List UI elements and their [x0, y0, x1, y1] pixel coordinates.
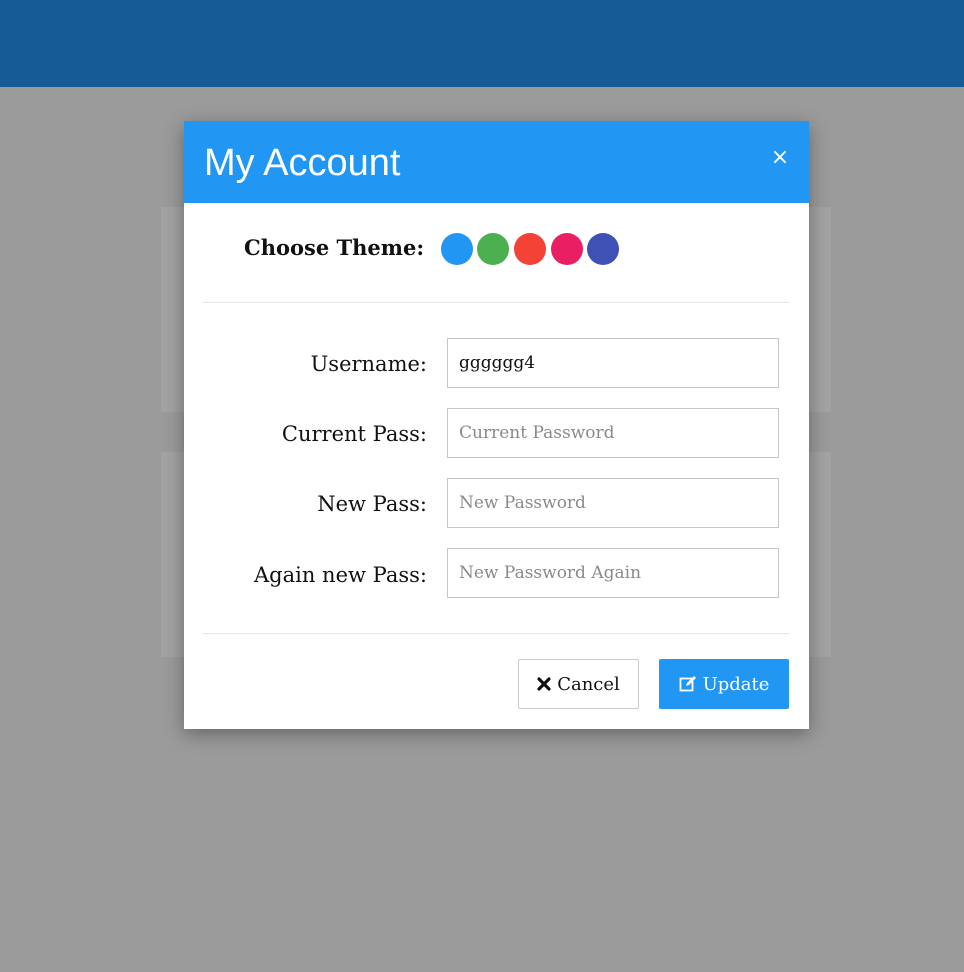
my-account-modal: My Account × Choose Theme: Username: Cur… — [184, 121, 809, 729]
new-pass-label: New Pass: — [317, 492, 427, 516]
close-icon[interactable]: × — [767, 145, 793, 171]
theme-swatch-blue[interactable] — [441, 233, 473, 265]
current-password-input[interactable] — [447, 408, 779, 458]
theme-swatch-green[interactable] — [477, 233, 509, 265]
new-password-input[interactable] — [447, 478, 779, 528]
divider — [203, 633, 789, 634]
top-navbar — [0, 0, 964, 87]
update-label: Update — [702, 673, 770, 695]
theme-swatch-pink[interactable] — [551, 233, 583, 265]
theme-swatch-indigo[interactable] — [587, 233, 619, 265]
modal-header: My Account × — [184, 121, 809, 203]
update-button[interactable]: Update — [659, 659, 789, 709]
cancel-button[interactable]: Cancel — [518, 659, 639, 709]
new-password-again-input[interactable] — [447, 548, 779, 598]
modal-title: My Account — [204, 142, 401, 184]
edit-icon — [679, 675, 697, 693]
username-input[interactable] — [447, 338, 779, 388]
cancel-label: Cancel — [557, 673, 620, 695]
theme-swatch-red[interactable] — [514, 233, 546, 265]
username-label: Username: — [310, 352, 427, 376]
divider — [203, 302, 789, 303]
current-pass-label: Current Pass: — [281, 422, 427, 446]
again-new-pass-label: Again new Pass: — [254, 563, 427, 587]
close-icon — [537, 677, 551, 691]
choose-theme-label: Choose Theme: — [244, 235, 425, 260]
